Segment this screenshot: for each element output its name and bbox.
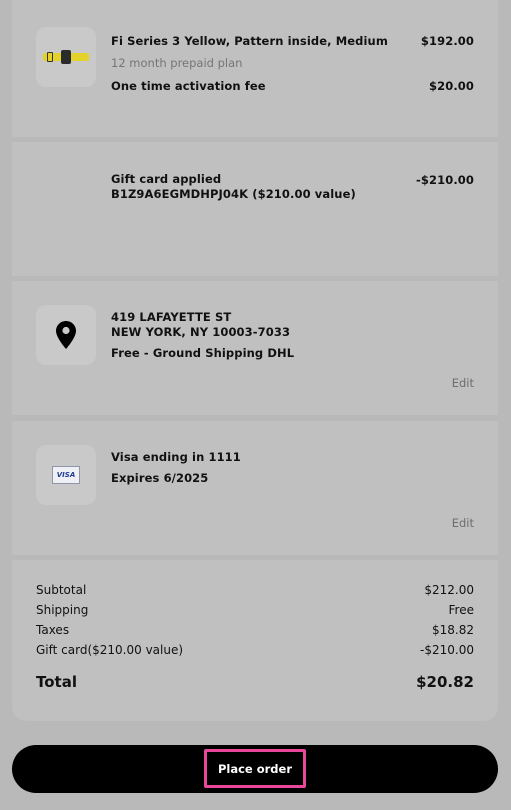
summary-value: -$210.00 [420, 643, 474, 657]
edit-shipping-link[interactable]: Edit [452, 376, 474, 391]
summary-label: Subtotal [36, 583, 87, 597]
summary-value: $18.82 [432, 623, 474, 637]
product-price: $192.00 [420, 34, 474, 48]
summary-label: Gift card($210.00 value) [36, 643, 184, 657]
card-description: Visa ending in 1111 [111, 450, 241, 464]
summary-value: $212.00 [424, 583, 474, 597]
address-line-2: NEW YORK, NY 10003-7033 [111, 325, 291, 339]
activation-fee-price: $20.00 [429, 79, 474, 93]
place-order-label: Place order [217, 761, 293, 776]
gift-card-code: B1Z9A6EGMDHPJ04K ($210.00 value) [111, 187, 356, 201]
summary-label: Shipping [36, 603, 89, 617]
summary-label: Taxes [36, 623, 70, 637]
edit-payment-link[interactable]: Edit [452, 516, 474, 531]
address-line-1: 419 LAFAYETTE ST [111, 310, 232, 324]
card-thumbnail: VISA [36, 445, 96, 505]
total-label: Total [36, 673, 77, 691]
gift-card-section: Gift card applied B1Z9A6EGMDHPJ04K ($210… [12, 142, 498, 276]
payment-section: VISA Visa ending in 1111 Expires 6/2025 … [12, 421, 498, 555]
product-thumbnail [36, 27, 96, 87]
gift-card-amount: -$210.00 [416, 173, 474, 187]
product-name: Fi Series 3 Yellow, Pattern inside, Medi… [111, 34, 388, 48]
card-expiry: Expires 6/2025 [111, 471, 209, 485]
total-row: Total $20.82 [36, 673, 474, 693]
location-thumbnail [36, 305, 96, 365]
summary-row: Shipping Free [36, 603, 474, 619]
summary-row: Gift card($210.00 value) -$210.00 [36, 643, 474, 659]
shipping-section: 419 LAFAYETTE ST NEW YORK, NY 10003-7033… [12, 281, 498, 415]
order-summary: Subtotal $212.00 Shipping Free Taxes $18… [12, 560, 498, 721]
checkout-review: Fi Series 3 Yellow, Pattern inside, Medi… [0, 0, 511, 810]
collar-icon [43, 50, 89, 64]
location-pin-icon [56, 321, 76, 349]
visa-card-icon: VISA [52, 466, 80, 484]
plan-label: 12 month prepaid plan [111, 56, 243, 70]
total-value: $20.82 [416, 673, 474, 691]
shipping-method: Free - Ground Shipping DHL [111, 346, 295, 360]
gift-card-label: Gift card applied [111, 172, 222, 186]
order-item-card: Fi Series 3 Yellow, Pattern inside, Medi… [12, 0, 498, 137]
summary-row: Subtotal $212.00 [36, 583, 474, 599]
place-order-highlight[interactable]: Place order [204, 749, 306, 788]
summary-value: Free [448, 603, 474, 617]
summary-row: Taxes $18.82 [36, 623, 474, 639]
activation-fee-label: One time activation fee [111, 79, 266, 93]
